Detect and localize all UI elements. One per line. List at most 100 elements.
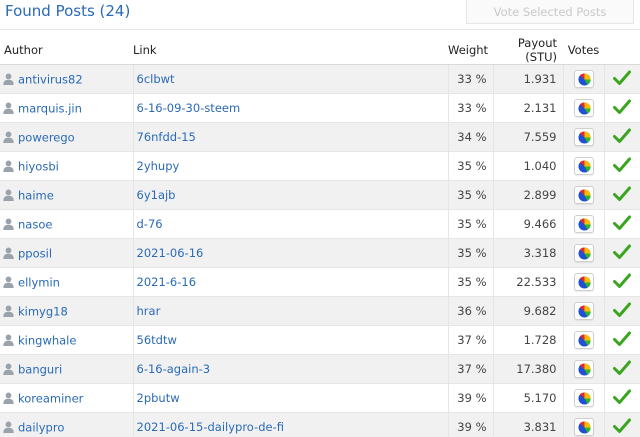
post-link[interactable]: hrar [137, 304, 161, 318]
select-cell[interactable] [603, 151, 640, 181]
post-link[interactable]: 2021-06-16 [137, 246, 204, 260]
post-link[interactable]: 56tdtw [137, 333, 177, 347]
author-link[interactable]: pposil [18, 246, 52, 260]
table-row[interactable]: ellymin 2021-6-16 35 % 22.533 [0, 267, 640, 297]
select-cell[interactable] [603, 93, 640, 123]
pie-chart-icon[interactable] [573, 331, 594, 349]
select-cell[interactable] [603, 325, 640, 355]
pie-chart-icon[interactable] [573, 215, 594, 233]
pie-chart-icon[interactable] [573, 418, 594, 436]
post-link[interactable]: 2021-06-15-dailypro-de-fi [137, 420, 284, 434]
column-header-payout[interactable]: Payout (STU) [493, 36, 563, 65]
select-cell[interactable] [603, 383, 640, 413]
author-link[interactable]: hiyosbi [18, 159, 59, 173]
weight-value: 35 % [447, 238, 493, 268]
check-icon[interactable] [613, 70, 632, 89]
divider [0, 29, 640, 30]
author-link[interactable]: ellymin [18, 275, 60, 289]
weight-value: 39 % [447, 412, 493, 437]
check-icon[interactable] [613, 157, 632, 176]
select-cell[interactable] [603, 209, 640, 239]
table-row[interactable]: dailypro 2021-06-15-dailypro-de-fi 39 % … [0, 412, 640, 437]
user-icon [3, 421, 14, 434]
payout-value: 1.040 [492, 151, 563, 181]
votes-cell [562, 325, 604, 355]
author-link[interactable]: nasoe [18, 217, 52, 231]
table-row[interactable]: pposil 2021-06-16 35 % 3.318 [0, 238, 640, 268]
table-row[interactable]: haime 6y1ajb 35 % 2.899 [0, 180, 640, 210]
payout-value: 9.466 [492, 209, 563, 239]
select-cell[interactable] [603, 180, 640, 210]
pie-chart-icon[interactable] [573, 244, 594, 262]
check-icon[interactable] [613, 99, 632, 118]
table-row[interactable]: marquis.jin 6-16-09-30-steem 33 % 2.131 [0, 93, 640, 123]
select-cell[interactable] [603, 296, 640, 326]
column-header-weight[interactable]: Weight [448, 36, 493, 65]
author-link[interactable]: kimyg18 [18, 304, 68, 318]
table-row[interactable]: kimyg18 hrar 36 % 9.682 [0, 296, 640, 326]
post-link[interactable]: 6-16-09-30-steem [137, 101, 241, 115]
user-icon [3, 131, 14, 144]
author-cell: powerego [0, 122, 133, 152]
author-cell: antivirus82 [0, 64, 133, 94]
check-icon[interactable] [613, 331, 632, 350]
pie-chart-icon[interactable] [573, 302, 594, 320]
author-link[interactable]: marquis.jin [18, 101, 82, 115]
post-link[interactable]: 6y1ajb [137, 188, 176, 202]
pie-chart-icon[interactable] [573, 99, 594, 117]
weight-value: 35 % [447, 209, 493, 239]
table-row[interactable]: kingwhale 56tdtw 37 % 1.728 [0, 325, 640, 355]
check-icon[interactable] [613, 302, 632, 321]
pie-chart-icon[interactable] [573, 128, 594, 146]
table-row[interactable]: banguri 6-16-again-3 37 % 17.380 [0, 354, 640, 384]
author-link[interactable]: kingwhale [18, 333, 76, 347]
select-cell[interactable] [603, 64, 640, 94]
post-link[interactable]: 2021-6-16 [137, 275, 197, 289]
author-link[interactable]: dailypro [18, 420, 64, 434]
payout-value: 3.831 [492, 412, 563, 437]
author-link[interactable]: koreaminer [18, 391, 83, 405]
votes-cell [562, 122, 604, 152]
table-row[interactable]: koreaminer 2pbutw 39 % 5.170 [0, 383, 640, 413]
check-icon[interactable] [613, 244, 632, 263]
pie-chart-icon[interactable] [573, 70, 594, 88]
check-icon[interactable] [613, 418, 632, 437]
author-link[interactable]: antivirus82 [18, 72, 83, 86]
author-link[interactable]: haime [18, 188, 54, 202]
post-link[interactable]: 6clbwt [137, 72, 175, 86]
table-row[interactable]: nasoe d-76 35 % 9.466 [0, 209, 640, 239]
check-icon[interactable] [613, 389, 632, 408]
check-icon[interactable] [613, 186, 632, 205]
post-link[interactable]: 6-16-again-3 [137, 362, 211, 376]
post-link[interactable]: 2yhupy [137, 159, 180, 173]
select-cell[interactable] [603, 267, 640, 297]
column-header-link[interactable]: Link [133, 36, 448, 65]
pie-chart-icon[interactable] [573, 186, 594, 204]
post-link[interactable]: 2pbutw [137, 391, 180, 405]
author-link[interactable]: powerego [18, 130, 75, 144]
check-icon[interactable] [613, 215, 632, 234]
column-header-votes[interactable]: Votes [563, 36, 604, 65]
table-row[interactable]: hiyosbi 2yhupy 35 % 1.040 [0, 151, 640, 181]
post-link[interactable]: d-76 [137, 217, 163, 231]
check-icon[interactable] [613, 273, 632, 292]
pie-chart-icon[interactable] [573, 157, 594, 175]
select-cell[interactable] [603, 412, 640, 437]
payout-value: 7.559 [492, 122, 563, 152]
column-header-author[interactable]: Author [0, 36, 133, 65]
check-icon[interactable] [613, 360, 632, 379]
select-cell[interactable] [603, 238, 640, 268]
select-cell[interactable] [603, 354, 640, 384]
pie-chart-icon[interactable] [573, 389, 594, 407]
check-icon[interactable] [613, 128, 632, 147]
author-link[interactable]: banguri [18, 362, 62, 376]
pie-chart-icon[interactable] [573, 360, 594, 378]
vote-selected-posts-button[interactable]: Vote Selected Posts [466, 0, 634, 24]
table-row[interactable]: powerego 76nfdd-15 34 % 7.559 [0, 122, 640, 152]
select-cell[interactable] [603, 122, 640, 152]
table-row[interactable]: antivirus82 6clbwt 33 % 1.931 [0, 64, 640, 94]
user-icon [3, 363, 14, 376]
link-cell: 2021-06-16 [132, 238, 448, 268]
pie-chart-icon[interactable] [573, 273, 594, 291]
post-link[interactable]: 76nfdd-15 [137, 130, 196, 144]
